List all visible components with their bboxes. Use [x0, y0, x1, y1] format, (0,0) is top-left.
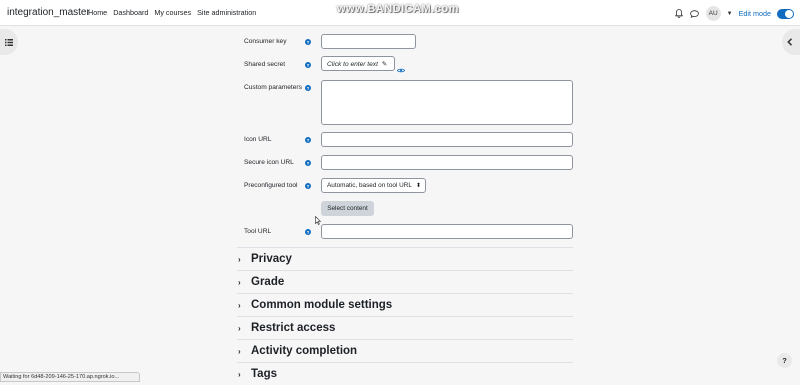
- chevron-left-icon: [787, 33, 793, 51]
- chevron-right-icon: ›: [238, 323, 241, 333]
- nav-my-courses[interactable]: My courses: [154, 8, 191, 17]
- consumer-key-input[interactable]: [321, 34, 416, 49]
- primary-navigation: Home Dashboard My courses Site administr…: [88, 8, 256, 17]
- custom-parameters-textarea[interactable]: [321, 80, 573, 125]
- section-title: Common module settings: [251, 299, 393, 311]
- nav-site-administration[interactable]: Site administration: [197, 8, 256, 17]
- consumer-key-label: Consumer key: [244, 38, 287, 45]
- icon-url-input[interactable]: [321, 132, 573, 147]
- eye-icon[interactable]: [396, 60, 406, 78]
- preconfigured-tool-select[interactable]: Automatic, based on tool URL ⬍: [321, 178, 426, 193]
- secure-icon-url-input[interactable]: [321, 155, 573, 170]
- chevron-down-icon: ⬍: [415, 183, 421, 189]
- chevron-right-icon: ›: [238, 300, 241, 310]
- tool-url-input[interactable]: [321, 224, 573, 239]
- user-avatar[interactable]: AU: [705, 6, 721, 21]
- list-icon: [5, 33, 13, 51]
- section-common-module-settings[interactable]: › Common module settings: [237, 293, 573, 316]
- chevron-down-icon[interactable]: ▼: [727, 11, 733, 17]
- section-privacy[interactable]: › Privacy: [237, 247, 573, 270]
- pencil-icon: ✎: [381, 61, 388, 68]
- section-title: Restrict access: [251, 322, 336, 334]
- shared-secret-help-icon[interactable]: ?: [305, 62, 311, 68]
- preconfigured-tool-help-icon[interactable]: ?: [305, 183, 311, 189]
- help-button[interactable]: ?: [777, 353, 792, 368]
- edit-mode-toggle[interactable]: [777, 8, 794, 19]
- bell-icon[interactable]: [674, 9, 684, 19]
- secure-icon-url-label: Secure icon URL: [244, 159, 294, 166]
- open-block-drawer-button[interactable]: [782, 29, 800, 55]
- preconfigured-tool-label: Preconfigured tool: [244, 182, 298, 189]
- consumer-key-help-icon[interactable]: ?: [305, 39, 311, 45]
- mouse-cursor-icon: [315, 212, 322, 230]
- select-content-button[interactable]: Select content: [321, 201, 374, 216]
- icon-url-help-icon[interactable]: ?: [305, 137, 311, 143]
- edit-mode-label: Edit mode: [738, 9, 771, 18]
- tool-url-help-icon[interactable]: ?: [305, 229, 311, 235]
- secure-icon-url-help-icon[interactable]: ?: [305, 160, 311, 166]
- section-tags[interactable]: › Tags: [237, 362, 573, 385]
- icon-url-label: Icon URL: [244, 136, 272, 143]
- shared-secret-label: Shared secret: [244, 61, 286, 68]
- open-course-index-button[interactable]: [0, 29, 18, 55]
- navbar-right: AU ▼ Edit mode: [674, 6, 794, 21]
- section-restrict-access[interactable]: › Restrict access: [237, 316, 573, 339]
- shared-secret-placeholder: Click to enter text: [327, 61, 378, 68]
- tool-url-label: Tool URL: [244, 228, 272, 235]
- nav-home[interactable]: Home: [88, 8, 107, 17]
- chat-icon[interactable]: [690, 9, 700, 19]
- top-navbar: integration_master Home Dashboard My cou…: [0, 0, 800, 26]
- section-title: Privacy: [251, 253, 292, 265]
- section-grade[interactable]: › Grade: [237, 270, 573, 293]
- site-brand[interactable]: integration_master: [7, 7, 90, 18]
- chevron-right-icon: ›: [238, 277, 241, 287]
- chevron-right-icon: ›: [238, 369, 241, 379]
- shared-secret-input[interactable]: Click to enter text ✎: [321, 56, 395, 71]
- chevron-right-icon: ›: [238, 254, 241, 264]
- section-title: Grade: [251, 276, 285, 288]
- custom-parameters-label: Custom parameters: [244, 84, 302, 91]
- bandicam-watermark: www.BANDICAM.com: [337, 3, 459, 15]
- section-title: Tags: [251, 368, 277, 380]
- custom-parameters-help-icon[interactable]: ?: [305, 85, 311, 91]
- browser-status-bar: Waiting for 6d48-209-146-25-170.ap.ngrok…: [0, 372, 140, 382]
- section-activity-completion[interactable]: › Activity completion: [237, 339, 573, 362]
- chevron-right-icon: ›: [238, 346, 241, 356]
- section-title: Activity completion: [251, 345, 358, 357]
- nav-dashboard[interactable]: Dashboard: [113, 8, 148, 17]
- preconfigured-tool-selected: Automatic, based on tool URL: [327, 182, 412, 189]
